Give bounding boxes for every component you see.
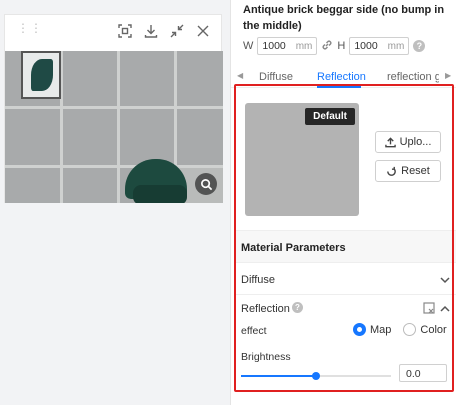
reset-icon	[387, 166, 396, 176]
preview-toolbar: ⋮⋮	[5, 15, 221, 49]
width-value: 1000	[262, 40, 286, 52]
slider-track	[241, 375, 316, 377]
close-icon[interactable]	[195, 23, 211, 39]
radio-map[interactable]	[353, 323, 366, 336]
wall-tile	[60, 106, 120, 168]
wall-tile	[5, 165, 63, 203]
help-icon[interactable]: ?	[413, 40, 426, 52]
upload-button[interactable]: Uplo...	[375, 131, 441, 153]
material-panel: Antique brick beggar side (no bump in th…	[230, 0, 456, 405]
width-field[interactable]: 1000 mm	[257, 37, 318, 55]
radio-map-label[interactable]: Map	[370, 324, 391, 336]
wall-tile	[174, 51, 223, 109]
dimensions-row: W 1000 mm H 1000 mm ?	[243, 37, 426, 55]
magnifier-icon[interactable]	[195, 173, 217, 195]
wall-tile	[117, 51, 177, 109]
drag-handle-icon[interactable]: ⋮⋮	[17, 22, 42, 39]
preview-toolbar-icons	[117, 23, 211, 39]
wall-tile	[60, 165, 120, 203]
help-icon[interactable]: ?	[292, 302, 303, 313]
tab-diffuse[interactable]: Diffuse	[259, 71, 293, 83]
effect-label: effect	[241, 325, 267, 337]
height-value: 1000	[354, 40, 378, 52]
brightness-input[interactable]: 0.0	[399, 364, 447, 382]
tab-scroll-left-icon[interactable]: ◀	[237, 71, 243, 80]
app-root: ⋮⋮ Antique brick beggar side (no bump in…	[0, 0, 456, 405]
slider-thumb[interactable]	[312, 372, 320, 380]
upload-label: Uplo...	[399, 136, 432, 148]
clear-image-icon[interactable]	[423, 301, 435, 314]
reflection-label: Reflection	[241, 303, 290, 315]
width-label: W	[243, 40, 254, 52]
tab-reflection[interactable]: Reflection	[317, 71, 366, 83]
collapse-icon[interactable]	[169, 23, 185, 39]
default-badge: Default	[305, 108, 355, 125]
chevron-up-icon[interactable]	[439, 302, 451, 314]
reset-button[interactable]: Reset	[375, 160, 441, 182]
wall-painting	[21, 51, 61, 99]
wall-tile	[5, 106, 63, 168]
effect-radio-group: Map Color	[353, 323, 447, 336]
radio-color[interactable]	[403, 323, 417, 336]
tab-reflection-gloss[interactable]: reflection gl	[387, 71, 439, 83]
armchair	[125, 159, 195, 203]
width-unit: mm	[295, 40, 313, 52]
radio-color-label[interactable]: Color	[420, 324, 446, 336]
section-title: Material Parameters	[241, 242, 346, 254]
height-field[interactable]: 1000 mm	[349, 37, 410, 55]
reset-label: Reset	[401, 165, 430, 177]
texture-area: Default Uplo... Reset	[235, 88, 456, 228]
texture-swatch[interactable]: Default	[245, 103, 359, 216]
height-label: H	[337, 40, 346, 52]
preview-scene[interactable]	[5, 51, 223, 203]
brightness-slider[interactable]	[241, 370, 391, 382]
tab-scroll-right-icon[interactable]: ▶	[445, 71, 451, 80]
armchair-seat	[133, 185, 187, 203]
material-title: Antique brick beggar side (no bump in th…	[243, 4, 445, 32]
brightness-label: Brightness	[241, 351, 291, 363]
material-tabs: ◀ Diffuse Reflection reflection gl ▶	[231, 64, 456, 88]
download-icon[interactable]	[143, 23, 159, 39]
chevron-down-icon[interactable]	[439, 273, 451, 285]
preview-panel: ⋮⋮	[4, 14, 223, 203]
diffuse-label: Diffuse	[241, 274, 276, 286]
material-parameters-header: Material Parameters	[235, 230, 456, 262]
screenshot-icon[interactable]	[117, 23, 133, 39]
painting-leaf	[31, 59, 53, 91]
height-unit: mm	[387, 40, 405, 52]
wall-tile	[60, 51, 120, 109]
reflection-section: Reflection ? effect Map Color Brightness	[235, 294, 456, 404]
diffuse-row[interactable]: Diffuse	[235, 262, 456, 294]
link-icon[interactable]	[321, 39, 333, 54]
upload-icon	[384, 136, 396, 147]
